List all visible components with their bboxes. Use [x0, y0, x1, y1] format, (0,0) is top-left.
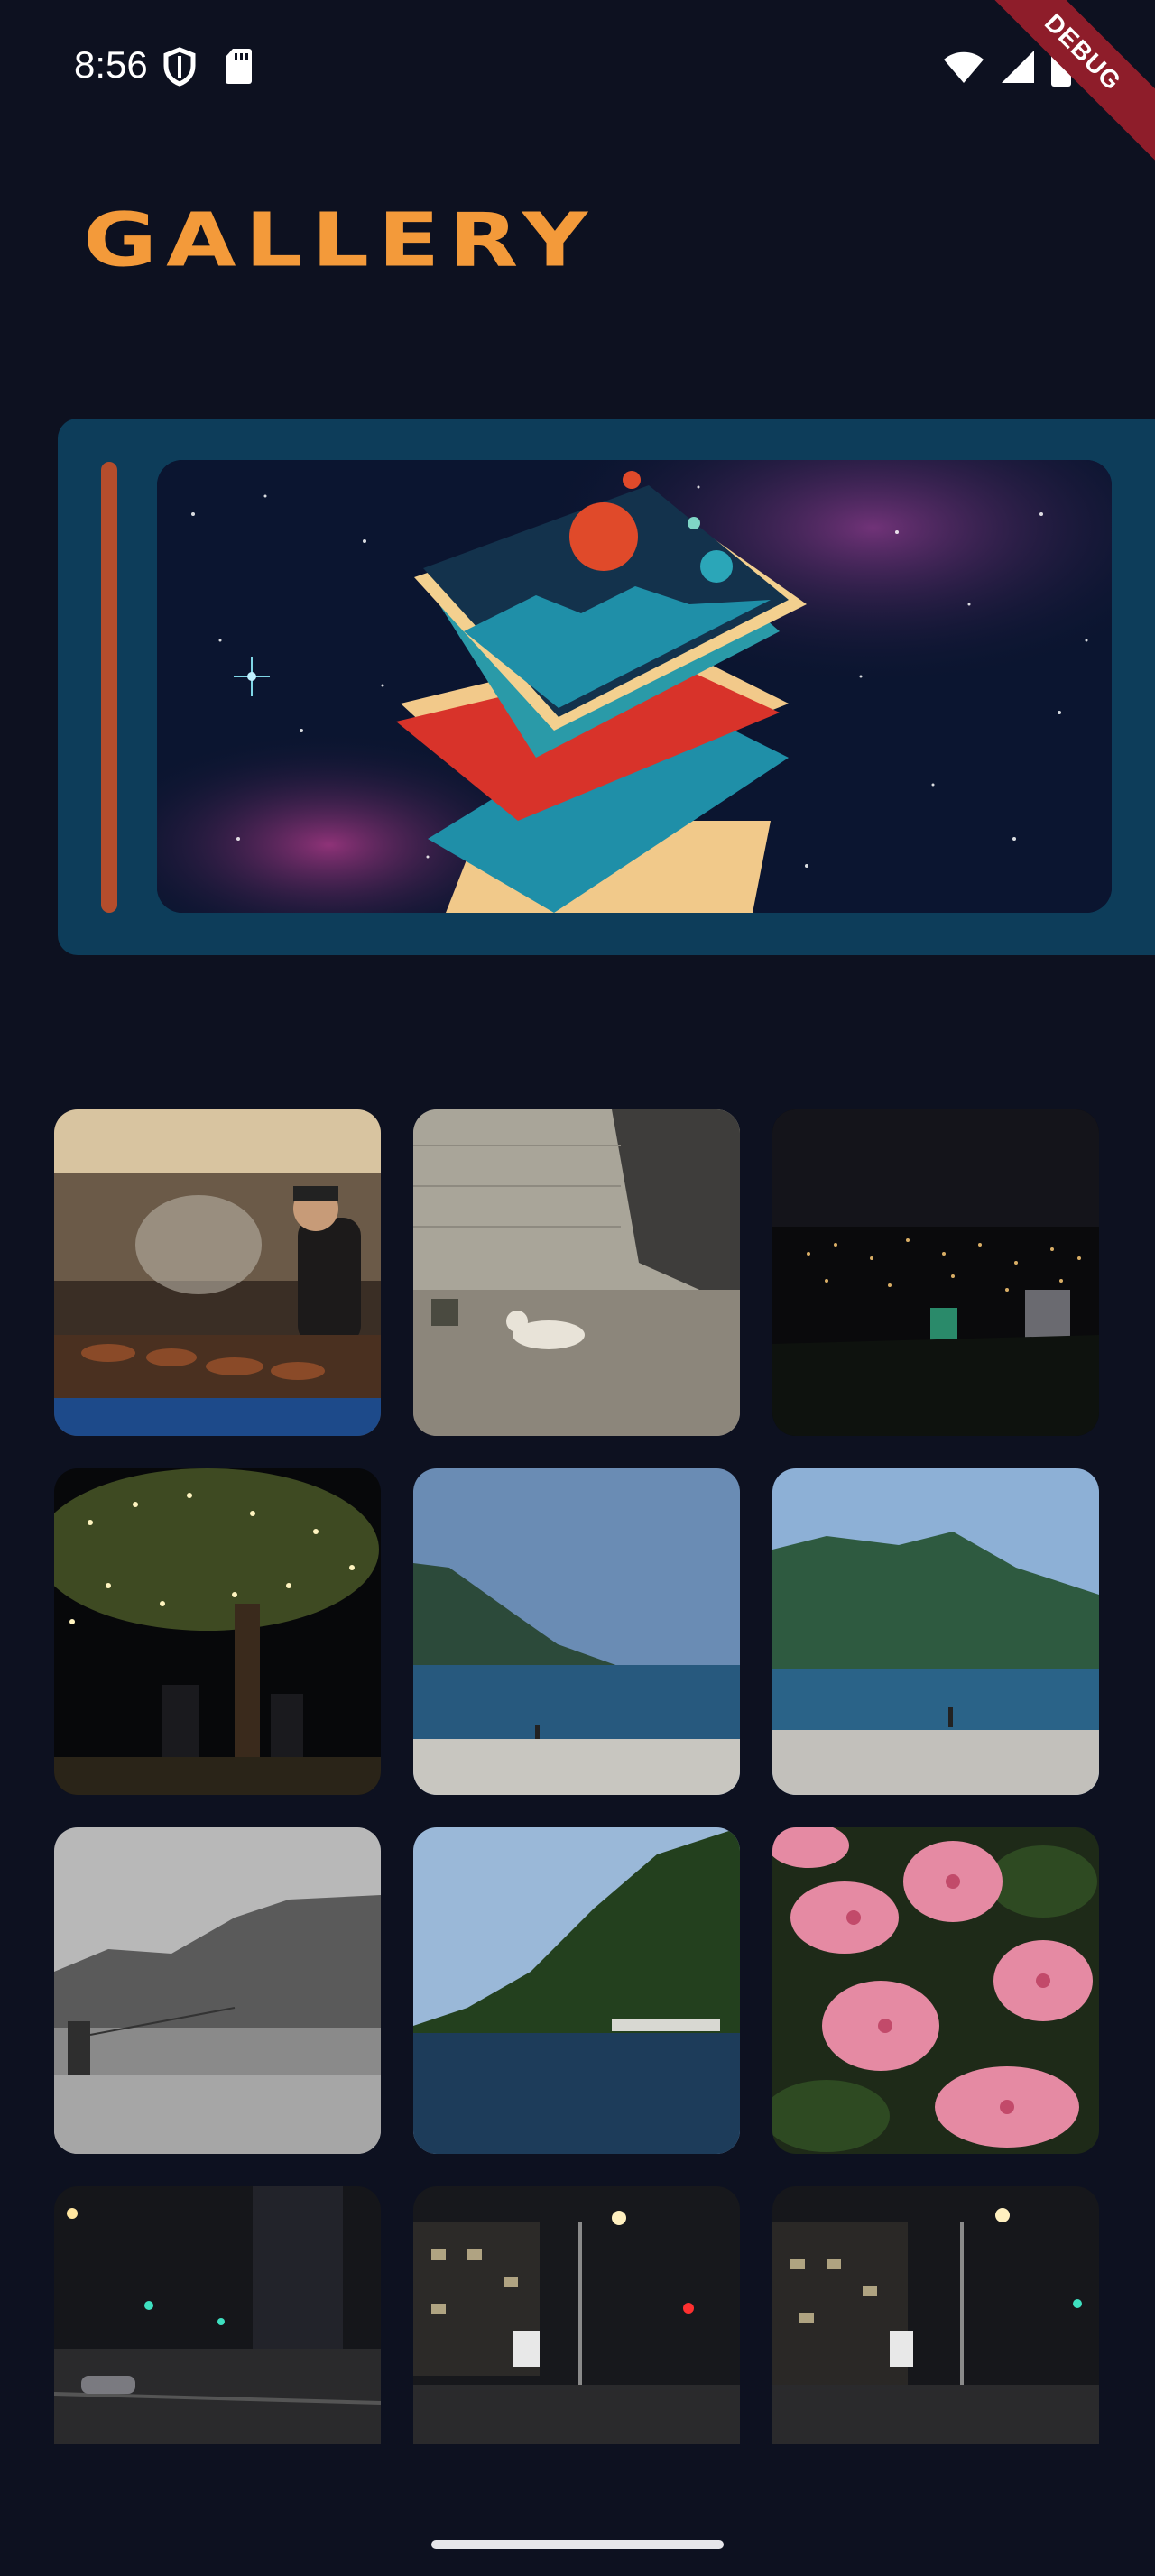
photo-tile-mountain-beach[interactable] [772, 1468, 1099, 1795]
shield-icon [163, 47, 196, 87]
photo-tile-street-food[interactable] [54, 1109, 381, 1436]
home-indicator[interactable] [431, 2540, 724, 2549]
photo-tile-pink-azalea[interactable] [772, 1827, 1099, 2154]
photo-grid [54, 1109, 1101, 2444]
photo-tile-city-night[interactable] [772, 1109, 1099, 1436]
hero-image[interactable] [157, 460, 1112, 913]
photo-tile-cat-by-wall[interactable] [413, 1109, 740, 1436]
photo-tile-night-street-lamps[interactable] [772, 2186, 1099, 2444]
status-left-icons [162, 47, 253, 87]
signal-icon [1002, 51, 1034, 83]
photo-tile-coast-beach[interactable] [413, 1468, 740, 1795]
sd-card-icon [226, 49, 252, 84]
photo-tile-green-hill-sea[interactable] [413, 1827, 740, 2154]
app-title: GALLERY [83, 197, 597, 283]
photo-tile-grayscale-beach[interactable] [54, 1827, 381, 2154]
photo-tile-night-red-light[interactable] [413, 2186, 740, 2444]
photo-tile-lit-tree[interactable] [54, 1468, 381, 1795]
wifi-icon [944, 51, 984, 83]
photo-tile-night-intersection[interactable] [54, 2186, 381, 2444]
status-time: 8:56 [74, 43, 148, 86]
hero-accent-bar [101, 462, 117, 913]
status-bar: 8:56 [0, 0, 1155, 135]
